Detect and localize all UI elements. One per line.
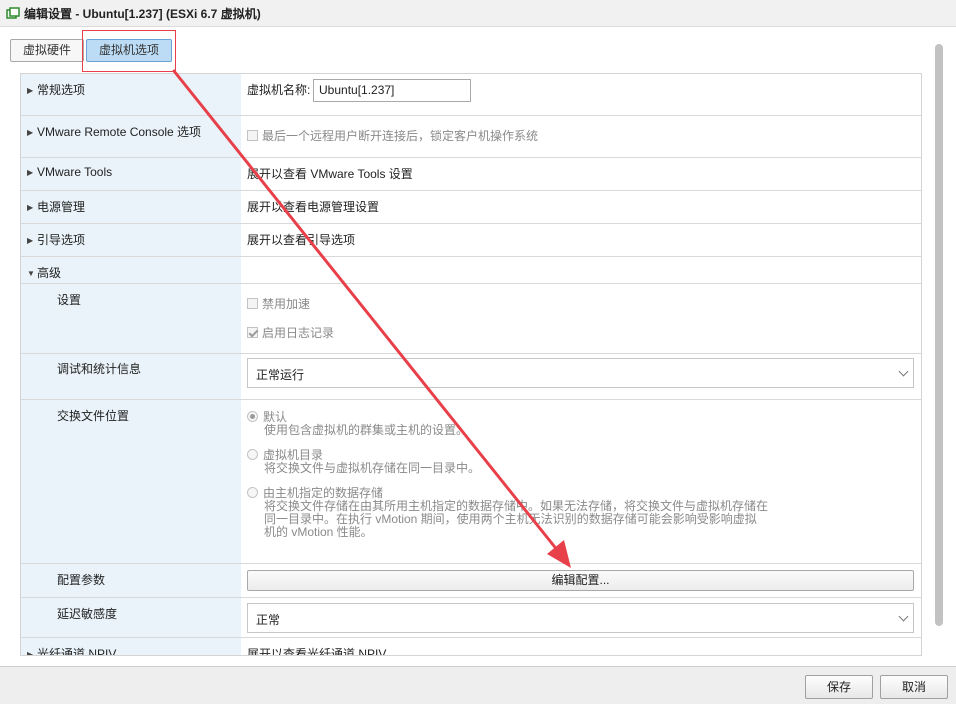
enable-logging-checkbox[interactable] <box>247 327 258 338</box>
latency-select[interactable]: 正常 <box>247 603 914 633</box>
advanced-latency: 延迟敏感度 正常 <box>21 598 921 638</box>
lock-guest-label: 最后一个远程用户断开连接后，锁定客户机操作系统 <box>262 129 539 143</box>
vmware-tools-value: 展开以查看 VMware Tools 设置 <box>247 167 413 181</box>
enable-logging-label: 启用日志记录 <box>262 326 335 340</box>
section-remote-console: ▶ VMware Remote Console 选项 最后一个远程用户断开连接后，… <box>21 116 921 158</box>
power-value: 展开以查看电源管理设置 <box>247 200 380 214</box>
expand-arrow-icon[interactable]: ▶ <box>27 650 37 655</box>
expand-arrow-icon[interactable]: ▶ <box>27 168 37 177</box>
chevron-down-icon <box>898 366 909 377</box>
section-vmware-tools-header[interactable]: ▶ VMware Tools <box>21 158 241 190</box>
swap-option-host-datastore[interactable]: 由主机指定的数据存储 将交换文件存储在由其所用主机指定的数据存储中。如果无法存储… <box>247 487 768 539</box>
edit-config-button[interactable]: 编辑配置... <box>247 570 914 591</box>
save-button[interactable]: 保存 <box>805 675 873 699</box>
section-power-header[interactable]: ▶ 电源管理 <box>21 191 241 223</box>
window-title: 编辑设置 - Ubuntu[1.237] (ESXi 6.7 虚拟机) <box>24 6 261 21</box>
vm-options-panel: ▶ 常规选项 虚拟机名称: Ubuntu[1.237] ▶ VMware Remot… <box>20 73 922 656</box>
expand-arrow-icon[interactable]: ▶ <box>27 128 37 137</box>
section-advanced-header[interactable]: ▼ 高级 <box>21 257 241 283</box>
npiv-value: 展开以查看光纤通道 NPIV <box>247 647 387 656</box>
vm-name-input[interactable]: Ubuntu[1.237] <box>313 79 471 102</box>
advanced-swap: 交换文件位置 默认 使用包含虚拟机的群集或主机的设置。 虚拟机目录 将交换文件与… <box>21 400 921 564</box>
collapse-arrow-icon[interactable]: ▼ <box>27 269 37 278</box>
virtual-machine-icon <box>6 6 20 20</box>
chevron-down-icon <box>898 611 909 622</box>
expand-arrow-icon[interactable]: ▶ <box>27 86 37 95</box>
section-advanced: ▼ 高级 <box>21 257 921 284</box>
section-general: ▶ 常规选项 虚拟机名称: Ubuntu[1.237] <box>21 74 921 116</box>
section-boot-header[interactable]: ▶ 引导选项 <box>21 224 241 256</box>
tab-bar: 虚拟硬件 虚拟机选项 <box>10 39 174 62</box>
section-general-header[interactable]: ▶ 常规选项 <box>21 74 241 115</box>
swap-label: 交换文件位置 <box>57 409 130 423</box>
section-remote-console-header[interactable]: ▶ VMware Remote Console 选项 <box>21 116 241 157</box>
section-npiv: ▶ 光纤通道 NPIV 展开以查看光纤通道 NPIV <box>21 638 921 656</box>
advanced-config-params: 配置参数 编辑配置... <box>21 564 921 598</box>
section-boot: ▶ 引导选项 展开以查看引导选项 <box>21 224 921 257</box>
config-params-label: 配置参数 <box>57 573 106 587</box>
advanced-settings-label: 设置 <box>57 293 82 307</box>
advanced-settings: 设置 禁用加速 启用日志记录 <box>21 284 921 354</box>
swap-vmdir-radio[interactable] <box>247 449 258 460</box>
tab-virtual-hardware[interactable]: 虚拟硬件 <box>10 39 85 62</box>
swap-option-vm-dir[interactable]: 虚拟机目录 将交换文件与虚拟机存储在同一目录中。 <box>247 449 480 475</box>
expand-arrow-icon[interactable]: ▶ <box>27 203 37 212</box>
tab-vm-options[interactable]: 虚拟机选项 <box>86 39 173 62</box>
swap-host-radio[interactable] <box>247 487 258 498</box>
boot-value: 展开以查看引导选项 <box>247 233 356 247</box>
section-npiv-header[interactable]: ▶ 光纤通道 NPIV <box>21 638 241 655</box>
debug-label: 调试和统计信息 <box>57 362 142 376</box>
section-power: ▶ 电源管理 展开以查看电源管理设置 <box>21 191 921 224</box>
latency-label: 延迟敏感度 <box>57 607 118 621</box>
window-title-bar: 编辑设置 - Ubuntu[1.237] (ESXi 6.7 虚拟机) <box>0 0 956 27</box>
dialog-footer: 保存 取消 <box>0 666 956 704</box>
expand-arrow-icon[interactable]: ▶ <box>27 236 37 245</box>
disable-acceleration-label: 禁用加速 <box>262 297 311 311</box>
swap-option-default[interactable]: 默认 使用包含虚拟机的群集或主机的设置。 <box>247 411 468 437</box>
vm-name-label: 虚拟机名称: <box>247 83 311 97</box>
section-vmware-tools: ▶ VMware Tools 展开以查看 VMware Tools 设置 <box>21 158 921 191</box>
swap-default-radio[interactable] <box>247 411 258 422</box>
cancel-button[interactable]: 取消 <box>880 675 948 699</box>
debug-select[interactable]: 正常运行 <box>247 358 914 388</box>
advanced-debug: 调试和统计信息 正常运行 <box>21 354 921 400</box>
disable-acceleration-checkbox[interactable] <box>247 298 258 309</box>
lock-guest-checkbox[interactable] <box>247 130 258 141</box>
vertical-scrollbar[interactable] <box>935 44 943 626</box>
